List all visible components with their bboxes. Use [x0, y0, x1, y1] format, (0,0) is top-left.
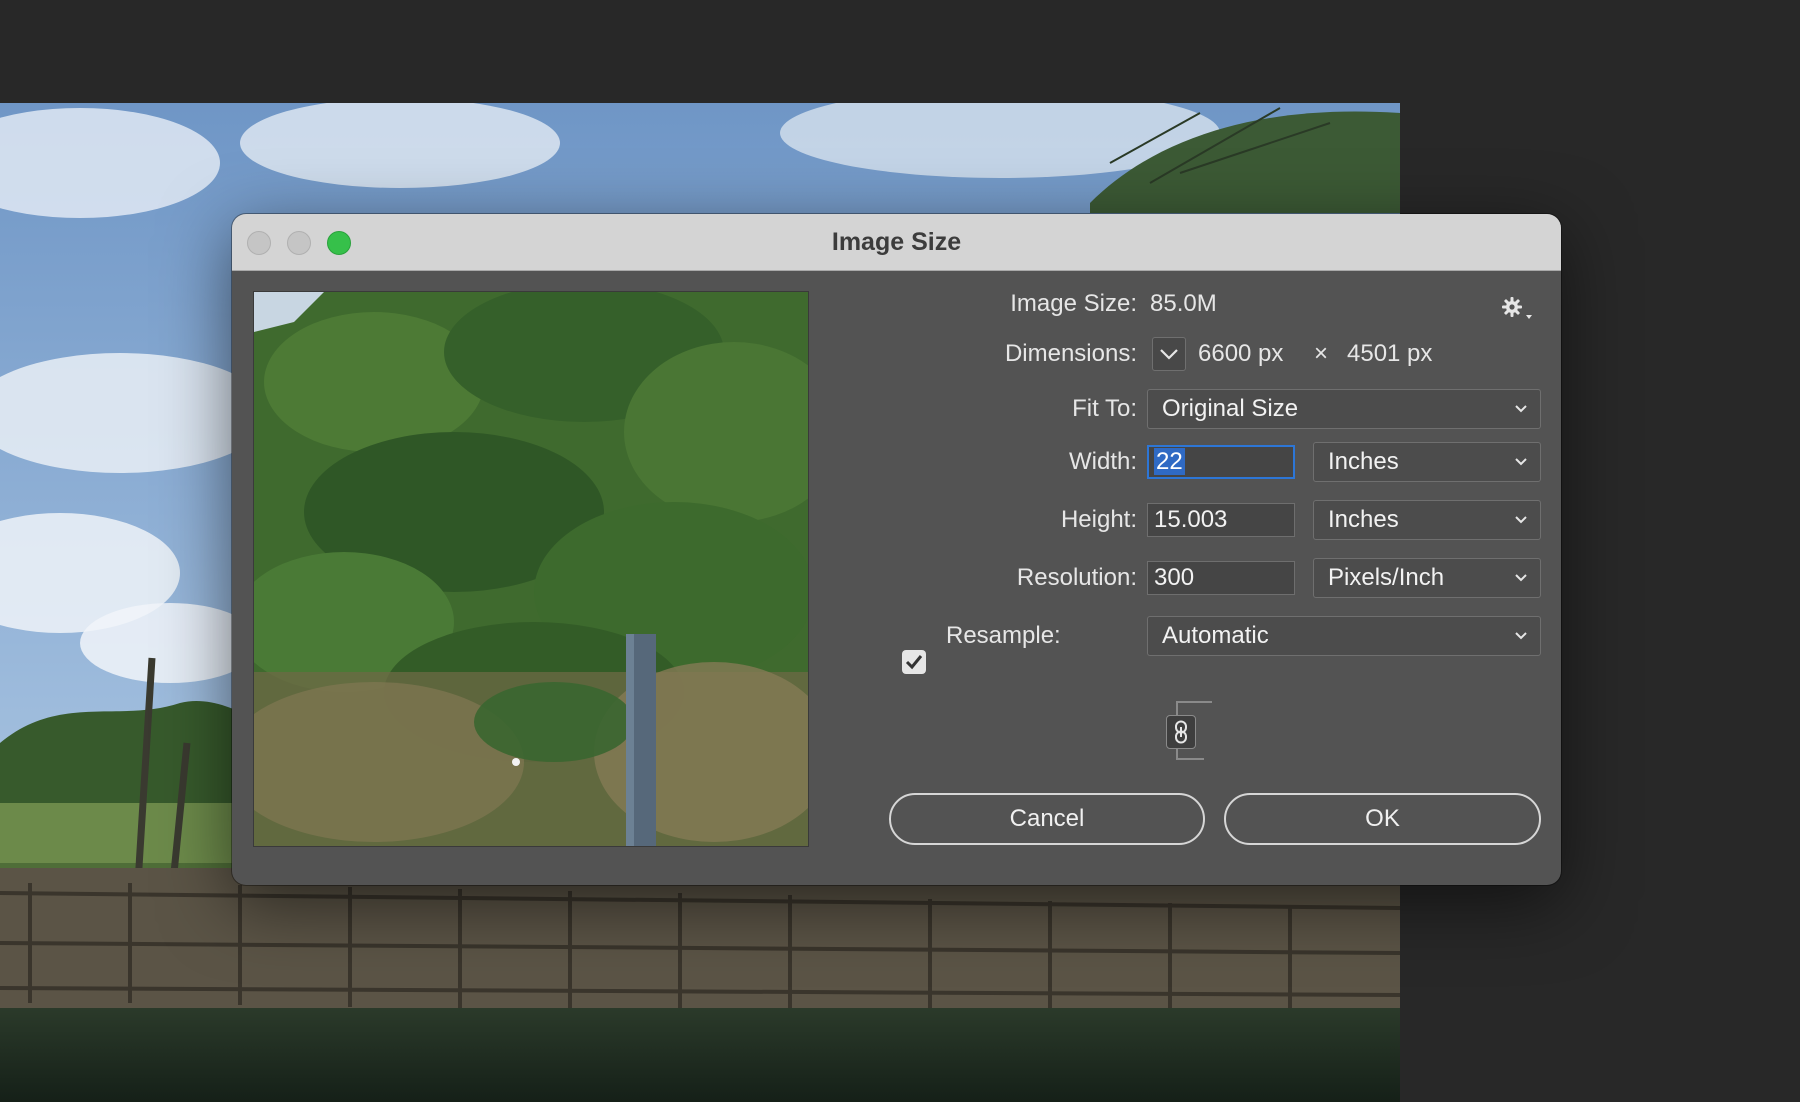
- dimensions-units-dropdown[interactable]: [1152, 337, 1186, 371]
- height-label: Height:: [1060, 506, 1137, 533]
- width-unit-select[interactable]: Inches: [1313, 442, 1541, 482]
- width-label: Width:: [1068, 448, 1137, 475]
- constrain-proportions-button[interactable]: [1166, 715, 1196, 749]
- dialog-title: Image Size: [831, 228, 962, 256]
- height-input-value: 15.003: [1154, 506, 1228, 533]
- chevron-down-icon: [1515, 516, 1527, 524]
- cancel-button[interactable]: Cancel: [889, 793, 1205, 845]
- resolution-unit-select[interactable]: Pixels/Inch: [1313, 558, 1541, 598]
- ok-button[interactable]: OK: [1224, 793, 1541, 845]
- resample-label: Resample:: [946, 622, 1061, 649]
- height-input[interactable]: 15.003: [1147, 503, 1295, 537]
- resolution-label: Resolution:: [1016, 564, 1137, 591]
- resample-method-value: Automatic: [1162, 622, 1269, 649]
- fit-to-value: Original Size: [1162, 395, 1299, 422]
- fit-to-label: Fit To:: [1072, 395, 1137, 422]
- image-size-dialog: Image Size Image Size: 85.0M Dimensions:…: [232, 214, 1561, 885]
- link-chain-icon: [1175, 720, 1187, 744]
- dimensions-height-value: 4501 px: [1347, 340, 1433, 367]
- chevron-down-icon: [1515, 574, 1527, 582]
- chevron-down-icon: [1515, 458, 1527, 466]
- width-unit-value: Inches: [1328, 448, 1399, 475]
- image-size-label: Image Size:: [1010, 290, 1137, 317]
- width-input[interactable]: 22: [1147, 445, 1295, 479]
- width-input-value: 22: [1154, 448, 1185, 475]
- settings-gear-icon[interactable]: [1500, 295, 1534, 323]
- resample-method-select[interactable]: Automatic: [1147, 616, 1541, 656]
- dimensions-label: Dimensions:: [1004, 340, 1137, 367]
- height-unit-value: Inches: [1328, 506, 1399, 533]
- fit-to-select[interactable]: Original Size: [1147, 389, 1541, 429]
- dialog-titlebar: Image Size: [232, 214, 1561, 271]
- dimensions-width-value: 6600 px: [1198, 340, 1284, 367]
- resolution-input[interactable]: 300: [1147, 561, 1295, 595]
- dimensions-separator: ×: [1314, 340, 1329, 367]
- resolution-input-value: 300: [1154, 564, 1195, 591]
- checkmark-icon: [905, 655, 923, 670]
- chevron-down-icon: [1515, 632, 1527, 640]
- chevron-down-icon: [1160, 349, 1178, 360]
- chevron-down-icon: [1515, 405, 1527, 413]
- image-size-value: 85.0M: [1150, 290, 1217, 317]
- image-preview[interactable]: [253, 291, 809, 847]
- resolution-unit-value: Pixels/Inch: [1328, 564, 1445, 591]
- resample-checkbox[interactable]: [902, 650, 926, 674]
- height-unit-select[interactable]: Inches: [1313, 500, 1541, 540]
